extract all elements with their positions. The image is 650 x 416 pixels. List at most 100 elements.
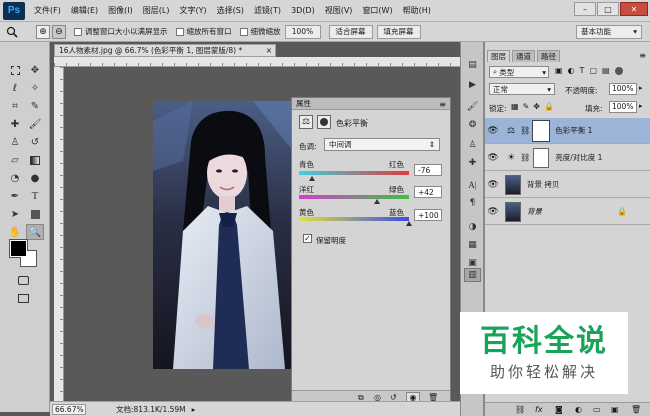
stamp-tool-icon[interactable]: ♙ <box>6 134 24 150</box>
scrubby-zoom-checkbox[interactable]: 细微缩放 <box>239 26 281 37</box>
panel-menu-icon[interactable]: ≡ <box>439 99 446 110</box>
blend-mode-select[interactable]: 正常 ▾ <box>489 83 555 95</box>
paragraph-panel-icon[interactable]: ¶ <box>464 196 481 210</box>
fill-screen-button[interactable]: 填充屏幕 <box>376 24 421 39</box>
magenta-green-slider[interactable] <box>299 195 409 199</box>
lock-all-icon[interactable]: 🔒 <box>544 102 554 111</box>
history-panel-icon[interactable]: ▤ <box>464 58 481 72</box>
zoom-in-icon[interactable]: ⊕ <box>36 24 50 39</box>
fill-arrow-icon[interactable]: ▸ <box>639 102 643 110</box>
close-tab-icon[interactable]: × <box>266 45 272 56</box>
lasso-tool-icon[interactable]: ℓ <box>6 80 24 96</box>
layer-row[interactable]: 👁 ⚖ ⛓ 色彩平衡 1 <box>485 118 650 144</box>
menu-help[interactable]: 帮助(H) <box>398 5 436 16</box>
filter-type-icon[interactable]: T <box>580 66 585 75</box>
eyedropper-icon[interactable]: ✎ <box>26 98 44 114</box>
quick-mask-icon[interactable] <box>14 272 32 288</box>
tab-channels[interactable]: 通道 <box>512 50 535 62</box>
ruler-horizontal[interactable] <box>54 57 460 67</box>
menu-3d[interactable]: 3D(D) <box>286 6 320 15</box>
zoom-100-button[interactable]: 100% <box>284 24 321 39</box>
menu-select[interactable]: 选择(S) <box>212 5 249 16</box>
yellow-blue-value[interactable]: +100 <box>414 209 442 221</box>
cyan-red-thumb[interactable] <box>309 176 316 181</box>
visibility-eye-icon[interactable]: 👁 <box>485 207 501 217</box>
layer-row[interactable]: 👁 ☀ ⛓ 亮度/对比度 1 <box>485 145 650 171</box>
lock-transparent-icon[interactable]: ▦ <box>511 102 519 111</box>
preserve-luminosity-checkbox[interactable]: ✓ <box>303 234 312 243</box>
layer-thumbnail[interactable] <box>505 174 521 195</box>
swatches-panel-icon[interactable]: ▦ <box>464 238 481 252</box>
link-layers-icon[interactable]: ⛓ <box>515 405 525 414</box>
color-panel-icon[interactable]: ◑ <box>464 220 481 234</box>
magenta-green-value[interactable]: +42 <box>414 186 442 198</box>
new-adjustment-icon[interactable]: ◐ <box>575 405 582 414</box>
fill-input[interactable]: 100% <box>609 101 637 113</box>
delete-layer-icon[interactable]: 🗑 <box>631 405 641 414</box>
visibility-eye-icon[interactable]: 👁 <box>485 153 501 163</box>
eraser-tool-icon[interactable]: ▱ <box>6 152 24 168</box>
visibility-eye-icon[interactable]: 👁 <box>485 126 501 136</box>
type-tool-icon[interactable]: T <box>26 188 44 204</box>
zoom-out-icon[interactable]: ⊖ <box>52 24 66 39</box>
chain-link-icon[interactable]: ⛓ <box>520 126 530 135</box>
menu-image[interactable]: 图像(I) <box>103 5 138 16</box>
zoom-tool-icon[interactable]: 🔍 <box>26 224 44 240</box>
color-balance-icon[interactable]: ⚖ <box>299 115 313 129</box>
minimize-button[interactable]: – <box>574 2 596 16</box>
filter-pixel-icon[interactable]: ▣ <box>555 66 563 75</box>
layer-thumbnail[interactable] <box>505 201 521 222</box>
layer-row[interactable]: 👁 背景 拷贝 <box>485 172 650 198</box>
menu-window[interactable]: 窗口(W) <box>357 5 397 16</box>
menu-layer[interactable]: 图层(L) <box>138 5 175 16</box>
resize-windows-checkbox[interactable]: 调整窗口大小以满屏显示 <box>74 26 168 37</box>
filter-toggle-icon[interactable] <box>614 67 623 75</box>
character-panel-icon[interactable]: A| <box>464 178 481 192</box>
play-actions-icon[interactable]: ▶ <box>464 78 481 92</box>
menu-view[interactable]: 视图(V) <box>320 5 358 16</box>
workspace-select[interactable]: 基本功能 ▾ <box>576 24 642 39</box>
visibility-eye-icon[interactable]: 👁 <box>485 180 501 190</box>
fit-screen-button[interactable]: 适合屏幕 <box>328 24 373 39</box>
opacity-arrow-icon[interactable]: ▸ <box>639 84 643 92</box>
cyan-red-value[interactable]: -76 <box>414 164 442 176</box>
tool-presets-icon[interactable]: ✚ <box>464 156 481 170</box>
filter-shape-icon[interactable]: ▢ <box>589 66 597 75</box>
tab-paths[interactable]: 路径 <box>537 50 560 62</box>
properties-panel-icon[interactable]: ▥ <box>464 268 481 282</box>
hand-tool-icon[interactable]: ✋ <box>6 224 24 240</box>
properties-title-bar[interactable]: 属性 ≡ <box>292 98 450 110</box>
fx-icon[interactable]: fx <box>535 405 543 414</box>
new-group-icon[interactable]: ▭ <box>593 405 601 414</box>
healing-brush-icon[interactable]: ✚ <box>6 116 24 132</box>
panel-menu-icon[interactable]: ≡ <box>639 51 646 60</box>
photo-canvas[interactable] <box>153 101 293 369</box>
crop-tool-icon[interactable]: ⌗ <box>6 98 24 114</box>
add-mask-icon[interactable]: ◙ <box>555 405 563 414</box>
marquee-tool-icon[interactable] <box>6 62 24 78</box>
brush-tool-icon[interactable]: 🖌 <box>26 116 44 132</box>
history-brush-icon[interactable]: ↺ <box>26 134 44 150</box>
layer-mask-thumbnail[interactable] <box>533 147 550 168</box>
gradient-tool-icon[interactable] <box>26 152 44 168</box>
mask-icon[interactable] <box>317 115 331 129</box>
brush-panel-icon[interactable]: 🖌 <box>464 100 481 114</box>
layer-row[interactable]: 👁 背景 🔒 <box>485 199 650 225</box>
blur-tool-icon[interactable]: ◔ <box>6 170 24 186</box>
lock-image-icon[interactable]: ✎ <box>523 102 530 111</box>
cyan-red-slider[interactable] <box>299 171 409 175</box>
screen-mode-icon[interactable] <box>14 290 32 306</box>
zoom-tool-icon[interactable] <box>6 26 26 38</box>
opacity-input[interactable]: 100% <box>609 83 637 95</box>
maximize-button[interactable]: □ <box>597 2 619 16</box>
brush-presets-icon[interactable]: ❂ <box>464 118 481 132</box>
close-button[interactable]: ✕ <box>620 2 648 16</box>
pen-tool-icon[interactable]: ✒ <box>6 188 24 204</box>
yellow-blue-slider[interactable] <box>299 217 409 221</box>
zoom-level[interactable]: 66.67% <box>52 403 86 415</box>
yellow-blue-thumb[interactable] <box>406 221 412 226</box>
layer-mask-thumbnail[interactable] <box>532 119 551 142</box>
tone-select[interactable]: 中间调 ⇕ <box>324 138 440 151</box>
shape-tool-icon[interactable] <box>26 206 44 222</box>
move-tool-icon[interactable]: ✥ <box>26 62 44 78</box>
